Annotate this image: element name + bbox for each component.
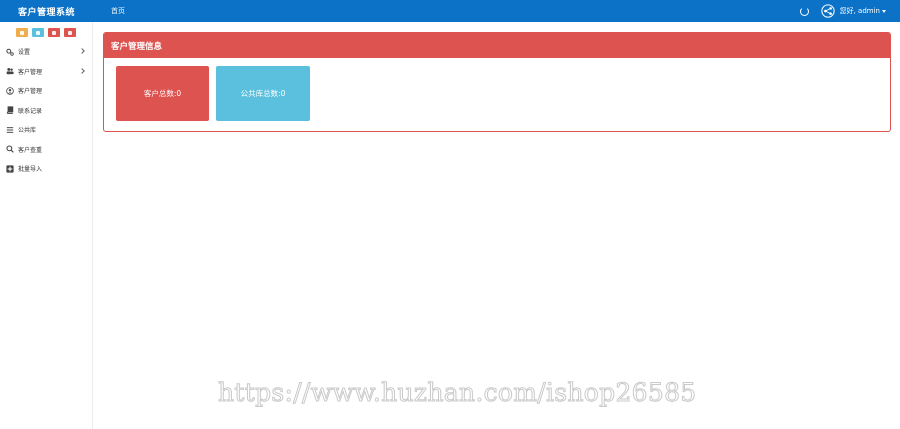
sidebar-item-customer-manage[interactable]: 客户管理 bbox=[0, 81, 92, 101]
sidebar-item-label: 联系记录 bbox=[18, 107, 43, 115]
sidebar-item-label: 设置 bbox=[18, 49, 31, 57]
plus-square-icon bbox=[6, 165, 14, 173]
sidebar-item-bulk-import[interactable]: 批量导入 bbox=[0, 159, 92, 179]
power-icon bbox=[68, 30, 72, 35]
customer-info-panel: 客户管理信息 客户总数:0 公共库总数:0 bbox=[103, 32, 891, 132]
shortcut-pin-button[interactable] bbox=[16, 28, 28, 37]
share-icon[interactable] bbox=[820, 4, 835, 18]
pin-icon bbox=[20, 30, 24, 35]
sidebar-item-customer-group[interactable]: 客户管理 bbox=[0, 62, 92, 82]
shortcut-power-button[interactable] bbox=[64, 28, 76, 37]
app-title[interactable]: 客户管理系统 bbox=[0, 5, 93, 18]
user-label: 您好, admin bbox=[839, 7, 880, 15]
sidebar-item-contact-records[interactable]: 联系记录 bbox=[0, 101, 92, 121]
cogs-icon bbox=[6, 48, 14, 56]
book-icon bbox=[6, 106, 14, 115]
chevron-right-icon bbox=[79, 48, 85, 54]
sidebar-shortcuts bbox=[0, 28, 92, 37]
refresh-icon[interactable] bbox=[799, 6, 809, 16]
user-circle-icon bbox=[6, 86, 14, 95]
caret-down-icon bbox=[882, 9, 886, 13]
nav-home-link[interactable]: 首页 bbox=[111, 6, 125, 16]
shortcut-file-button[interactable] bbox=[32, 28, 44, 37]
stat-label: 公共库总数:0 bbox=[240, 89, 286, 98]
sidebar-item-settings[interactable]: 设置 bbox=[0, 42, 92, 62]
stat-total-customers[interactable]: 客户总数:0 bbox=[116, 66, 209, 121]
stat-label: 客户总数:0 bbox=[143, 89, 182, 98]
users-icon bbox=[6, 67, 14, 75]
sidebar-item-label: 客户管理 bbox=[18, 88, 43, 96]
sidebar-item-public-pool[interactable]: 公共库 bbox=[0, 120, 92, 140]
panel-title: 客户管理信息 bbox=[104, 33, 890, 58]
file-icon bbox=[36, 30, 40, 35]
sidebar-item-label: 客户查重 bbox=[18, 146, 43, 154]
watermark: https://www.huzhan.com/ishop26585 bbox=[218, 378, 697, 408]
stat-public-pool-total[interactable]: 公共库总数:0 bbox=[216, 66, 310, 121]
sidebar-item-label: 批量导入 bbox=[18, 166, 43, 174]
search-icon bbox=[6, 145, 14, 154]
list-icon bbox=[6, 126, 14, 134]
shortcut-trash-button[interactable] bbox=[48, 28, 60, 37]
sidebar-item-duplicate-check[interactable]: 客户查重 bbox=[0, 140, 92, 160]
user-menu[interactable]: 您好, admin bbox=[840, 6, 886, 16]
sidebar: 设置 客户管理 客户管理 联系记录 公共库 客户查重 批量导入 bbox=[0, 22, 93, 429]
trash-icon bbox=[52, 30, 56, 35]
sidebar-item-label: 客户管理 bbox=[18, 68, 43, 76]
chevron-right-icon bbox=[79, 67, 85, 74]
navbar-right: 您好, admin bbox=[799, 0, 900, 22]
top-navbar: 客户管理系统 首页 您好, admin bbox=[0, 0, 900, 22]
sidebar-item-label: 公共库 bbox=[18, 127, 37, 135]
